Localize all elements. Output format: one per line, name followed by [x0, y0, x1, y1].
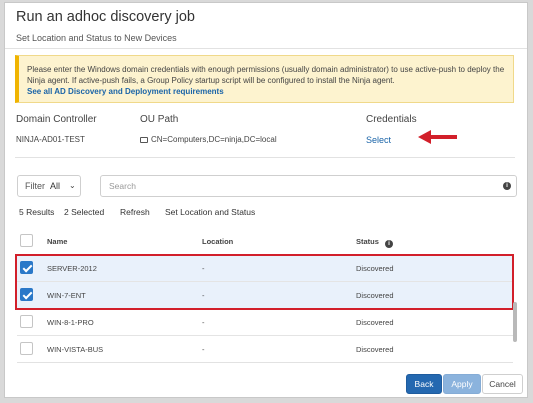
filter-value: All	[50, 181, 61, 191]
ou-path-value: CN=Computers,DC=ninja,DC=local	[151, 135, 277, 144]
device-status: Discovered	[356, 318, 394, 327]
credentials-label: Credentials	[366, 114, 417, 125]
device-status: Discovered	[356, 345, 394, 354]
device-location: -	[202, 345, 205, 354]
row-checkbox[interactable]	[20, 315, 33, 328]
chevron-down-icon: ⌄	[69, 181, 76, 190]
column-header-status[interactable]: Status i	[356, 237, 394, 248]
dialog-title: Run an adhoc discovery job	[16, 9, 195, 25]
table-header: Name Location Status i	[17, 229, 513, 253]
set-location-status-link[interactable]: Set Location and Status	[165, 207, 255, 217]
folder-icon	[140, 137, 148, 143]
requirements-link[interactable]: See all AD Discovery and Deployment requ…	[27, 87, 224, 96]
search-placeholder: Search	[109, 181, 136, 191]
selected-rows-highlight	[15, 254, 514, 310]
device-location: -	[202, 318, 205, 327]
back-button[interactable]: Back	[406, 374, 442, 394]
ou-path-field: CN=Computers,DC=ninja,DC=local	[140, 135, 277, 144]
table-row[interactable]: WIN-VISTA-BUS - Discovered	[17, 335, 513, 363]
ou-path-label: OU Path	[140, 114, 179, 125]
results-count: 5 Results	[19, 207, 55, 217]
info-icon[interactable]: i	[503, 182, 511, 190]
device-name: WIN-8-1-PRO	[47, 318, 94, 327]
credentials-select-wrap: Select	[366, 135, 391, 145]
credentials-select-link[interactable]: Select	[366, 135, 391, 145]
status-info-icon[interactable]: i	[385, 240, 394, 248]
info-divider	[15, 157, 515, 158]
cancel-button[interactable]: Cancel	[482, 374, 523, 394]
search-input[interactable]: Search i	[100, 175, 517, 197]
table-row[interactable]: WIN-8-1-PRO - Discovered	[17, 308, 513, 336]
requirements-alert: Please enter the Windows domain credenti…	[15, 55, 514, 103]
filter-label: Filter	[25, 181, 45, 191]
device-name: WIN-VISTA-BUS	[47, 345, 104, 354]
discovery-dialog: Run an adhoc discovery job Set Location …	[4, 2, 528, 398]
column-header-name[interactable]: Name	[47, 237, 67, 246]
domain-controller-label: Domain Controller	[16, 114, 97, 125]
column-header-location[interactable]: Location	[202, 237, 233, 246]
red-arrow-icon	[418, 130, 457, 144]
apply-button[interactable]: Apply	[443, 374, 481, 394]
alert-message: Please enter the Windows domain credenti…	[27, 65, 505, 85]
table-bottom-divider	[17, 362, 513, 363]
header-divider	[5, 48, 527, 49]
select-all-checkbox[interactable]	[20, 234, 33, 247]
dialog-subtitle: Set Location and Status to New Devices	[16, 33, 177, 43]
selected-link[interactable]: 2 Selected	[64, 207, 104, 217]
table-scrollbar[interactable]	[513, 302, 517, 342]
domain-controller-value: NINJA-AD01-TEST	[16, 135, 85, 144]
filter-dropdown[interactable]: Filter All ⌄	[17, 175, 81, 197]
refresh-link[interactable]: Refresh	[120, 207, 150, 217]
row-checkbox[interactable]	[20, 342, 33, 355]
